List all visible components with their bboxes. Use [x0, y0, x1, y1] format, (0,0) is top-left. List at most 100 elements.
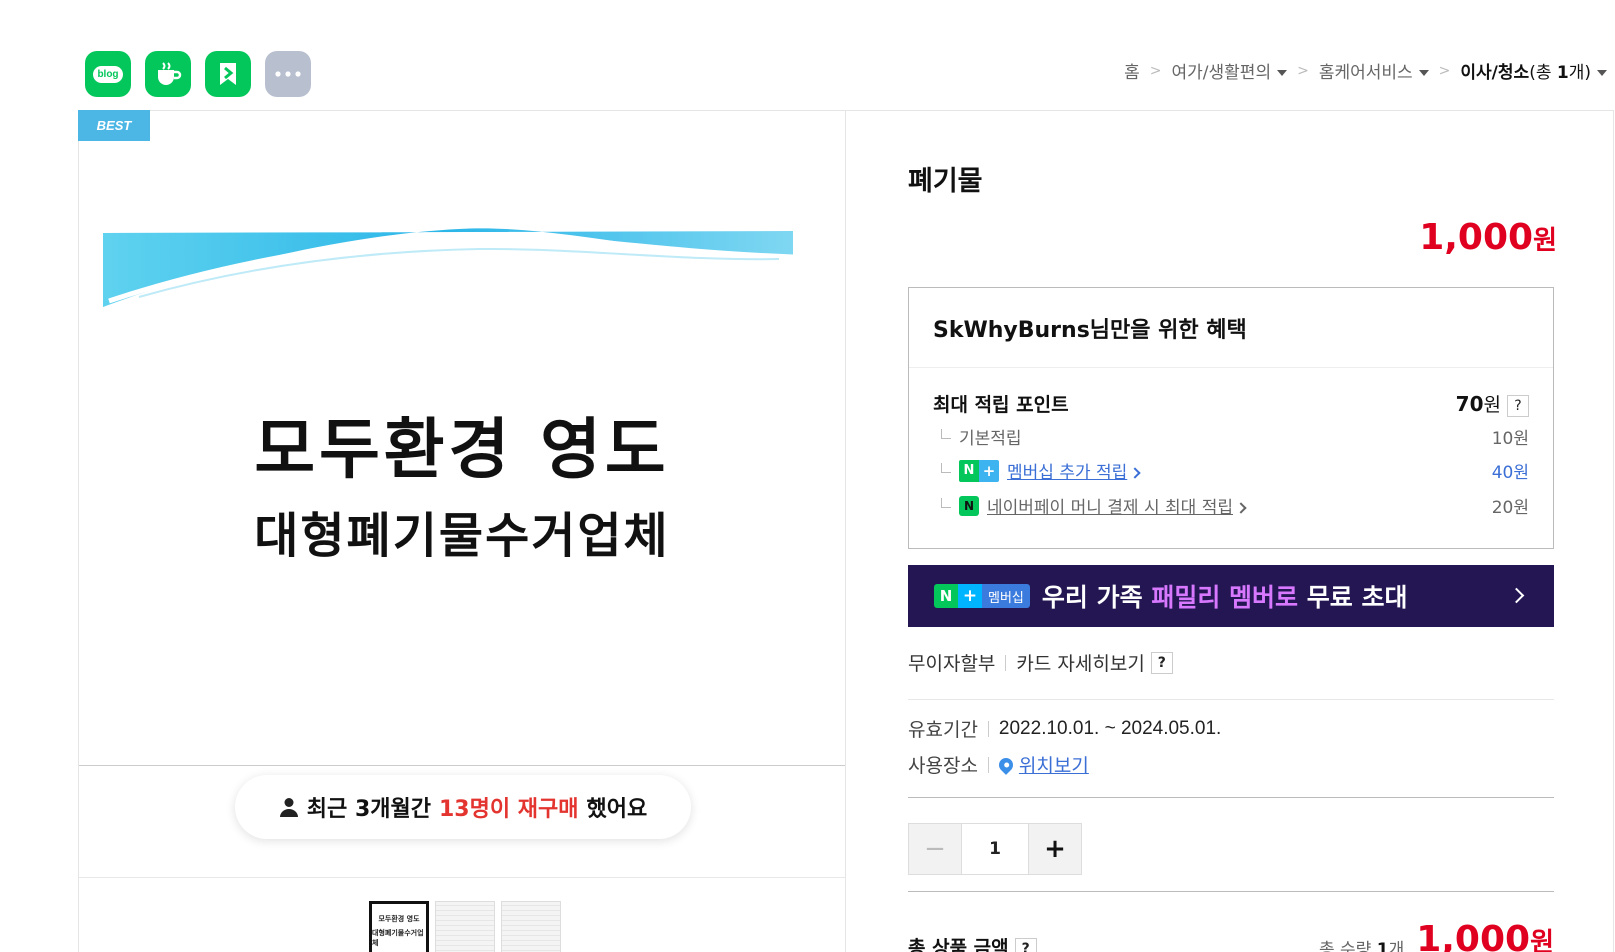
vertical-separator [1005, 654, 1007, 671]
validity-period-value: 2022.10.01. ~ 2024.05.01. [998, 717, 1222, 739]
benefit-header: SkWhyBurns님만을 위한 혜택 [909, 288, 1553, 368]
rebuy-notice: 최근 3개월간 13명이 재구매 했어요 [235, 775, 691, 839]
naver-plus-n: N [959, 459, 979, 482]
membership-points-link[interactable]: 멤버십 추가 적립 [1007, 458, 1141, 483]
product-title: 폐기물 [908, 166, 983, 197]
breadcrumb-home[interactable]: 홈 [1124, 58, 1140, 83]
vertical-separator [987, 720, 989, 737]
blog-share-icon[interactable]: blog [85, 51, 131, 97]
cafe-share-icon[interactable] [145, 51, 191, 97]
card-details-link[interactable]: 카드 자세히보기 [1016, 649, 1144, 676]
max-points-help-button[interactable]: ? [1507, 394, 1529, 417]
quantity-decrease-button[interactable]: − [909, 824, 961, 874]
total-help-button[interactable]: ? [1014, 937, 1037, 952]
image-subtitle-text: 대형폐기물수거업체 [254, 508, 670, 564]
section-divider [908, 891, 1554, 892]
breadcrumb-category-homecare-label: 홈케어서비스 [1318, 63, 1413, 83]
breadcrumb-separator: > [1438, 62, 1451, 79]
basic-points-label: 기본적립 [959, 429, 1022, 449]
chevron-right-icon [1235, 502, 1247, 514]
total-quantity-value: 1 [1376, 940, 1389, 952]
breadcrumb-category-moving[interactable]: 이사/청소(총 1개) [1460, 58, 1607, 83]
npay-points-label: 네이버페이 머니 결제 시 최대 적립 [987, 498, 1233, 518]
total-price: 1,000원 [1416, 919, 1554, 952]
tree-corner-icon [941, 497, 951, 508]
basic-points-value: 10원 [1491, 429, 1529, 449]
breadcrumb-category-leisure[interactable]: 여가/생활편의 [1172, 58, 1288, 83]
breadcrumb-category-homecare[interactable]: 홈케어서비스 [1319, 58, 1429, 83]
total-price-unit: 원 [1530, 928, 1554, 952]
rebuy-pre: 최근 3개월간 [307, 791, 431, 823]
blog-share-label: blog [93, 65, 123, 83]
location-pin-icon [996, 754, 1016, 775]
membership-invite-banner[interactable]: N + 멤버십 우리 가족 패밀리 멤버로 무료 초대 [908, 565, 1554, 627]
vertical-separator [987, 756, 989, 773]
tree-corner-icon [941, 462, 951, 473]
chevron-right-icon [1508, 587, 1525, 604]
card-info-row: 무이자할부 카드 자세히보기 ? [908, 649, 1173, 676]
caret-down-icon [1597, 70, 1607, 76]
rebuy-post: 했어요 [586, 797, 648, 822]
membership-points-label: 멤버십 추가 적립 [1007, 463, 1128, 483]
validity-period-label: 유효기간 [908, 719, 978, 741]
cafe-cup-icon [158, 62, 182, 85]
breadcrumb: 홈 > 여가/생활편의 > 홈케어서비스 > 이사/청소(총 1개) [1124, 58, 1607, 83]
total-label-group: 총 상품 금액? [908, 933, 1037, 952]
membership-badge-plus: + [958, 584, 982, 608]
npay-points-row: N 네이버페이 머니 결제 시 최대 적립 20원 [933, 493, 1529, 518]
section-divider [908, 797, 1554, 798]
membership-points-value: 40원 [1491, 463, 1529, 483]
card-help-button[interactable]: ? [1150, 651, 1173, 674]
npay-points-link[interactable]: 네이버페이 머니 결제 시 최대 적립 [987, 493, 1247, 518]
benefit-box: SkWhyBurns님만을 위한 혜택 최대 적립 포인트 70원? 기본적립 … [908, 287, 1554, 549]
thumbnail-item[interactable]: 모두환경 영도 대형폐기물수거업체 [369, 901, 429, 952]
quantity-value[interactable]: 1 [961, 824, 1029, 874]
banner-text-highlight: 패밀리 멤버로 [1151, 583, 1299, 612]
tree-corner-icon [941, 428, 951, 439]
total-quantity-suffix: 개 [1388, 940, 1405, 952]
product-price-value: 1,000 [1419, 217, 1534, 258]
bookmark-share-icon[interactable] [205, 51, 251, 97]
naver-pay-icon: N [959, 495, 979, 516]
thumbnail-item[interactable] [501, 901, 561, 952]
more-share-icon[interactable] [265, 51, 311, 97]
breadcrumb-count-suffix: 개) [1568, 63, 1591, 83]
breadcrumb-separator: > [1297, 62, 1309, 79]
person-icon [279, 798, 298, 817]
max-points-value: 70 [1455, 392, 1484, 416]
quantity-stepper: − 1 + [908, 823, 1082, 875]
max-points-unit: 원 [1483, 394, 1501, 416]
rebuy-months: 3 [354, 797, 371, 822]
naver-plus-plus: + [979, 459, 999, 482]
gallery-divider [79, 877, 845, 878]
usage-place-row: 사용장소 위치보기 [908, 751, 1089, 778]
best-badge: BEST [78, 110, 150, 141]
total-price-value: 1,000 [1416, 919, 1531, 952]
caret-down-icon [1277, 70, 1288, 76]
npay-points-value: 20원 [1491, 498, 1529, 518]
product-main-image[interactable]: 모두환경 영도 대형폐기물수거업체 [79, 111, 845, 766]
share-bar: blog [85, 51, 311, 97]
total-quantity: 총 수량 1개 [1319, 935, 1404, 952]
product-price: 1,000원 [1419, 217, 1557, 258]
ellipsis-icon [275, 71, 301, 77]
membership-badge-label: 멤버십 [982, 584, 1030, 608]
total-row: 총 상품 금액? 총 수량 1개 1,000원 [908, 919, 1554, 952]
breadcrumb-count-prefix: (총 [1529, 63, 1557, 83]
rebuy-pre-text: 최근 [306, 797, 348, 822]
basic-points-row: 기본적립 10원 [933, 424, 1529, 449]
thumbnail-item[interactable] [435, 901, 495, 952]
quantity-increase-button[interactable]: + [1029, 824, 1081, 874]
bookmark-icon [220, 63, 236, 85]
naver-plus-icon: N + [959, 459, 999, 482]
total-quantity-prefix: 총 수량 [1318, 940, 1377, 952]
max-points-row: 최대 적립 포인트 70원? [933, 390, 1529, 417]
usage-place-label: 사용장소 [908, 755, 978, 777]
total-label: 총 상품 금액 [908, 937, 1009, 952]
caret-down-icon [1418, 70, 1429, 76]
breadcrumb-count: (총 1개) [1529, 63, 1591, 83]
product-price-unit: 원 [1533, 226, 1557, 256]
view-location-link[interactable]: 위치보기 [1019, 751, 1089, 778]
section-divider [908, 699, 1554, 700]
membership-points-row: N + 멤버십 추가 적립 40원 [933, 458, 1529, 483]
